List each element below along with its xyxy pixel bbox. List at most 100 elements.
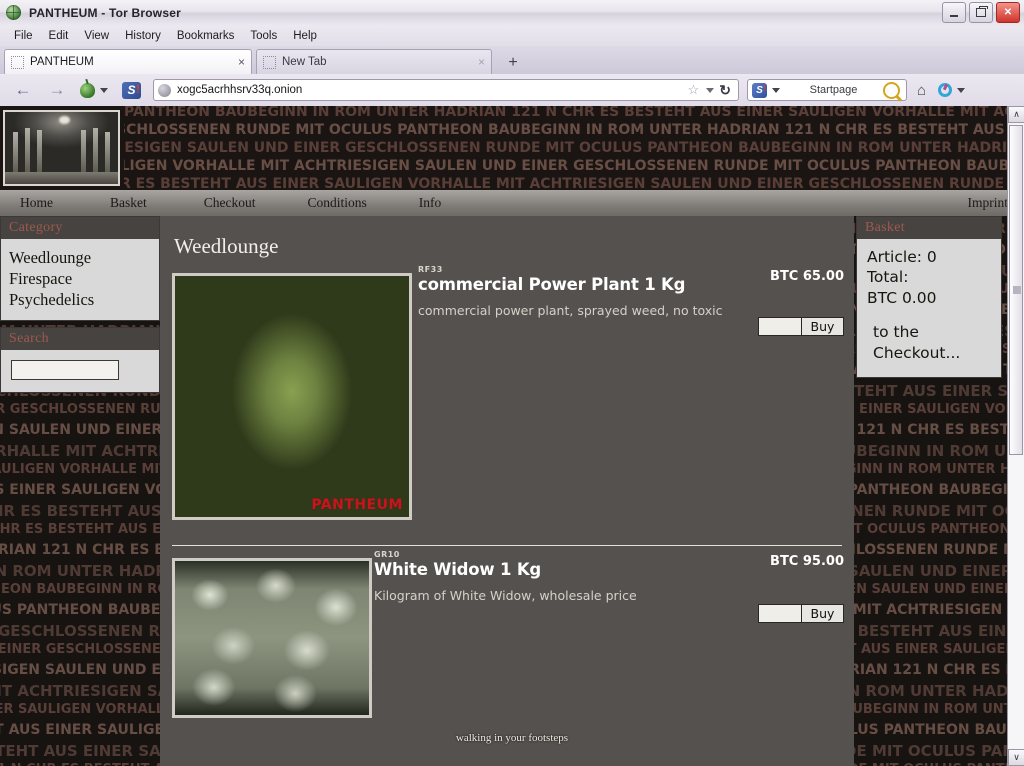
chevron-down-icon[interactable] — [706, 87, 715, 93]
navigation-toolbar: ← → S ! xogc5acrhhsrv33q.onion ☆ ↻ S! St… — [0, 74, 1024, 107]
url-text[interactable]: xogc5acrhhsrv33q.onion — [177, 84, 686, 96]
category-panel-title: Category — [1, 217, 159, 239]
buy-button[interactable]: Buy — [802, 604, 844, 623]
product-description: Kilogram of White Widow, wholesale price — [374, 588, 637, 603]
scrollbar-thumb[interactable] — [1009, 125, 1023, 455]
product-item: PANTHEUM RF33 commercial Power Plant 1 K… — [160, 259, 854, 531]
menu-history[interactable]: History — [117, 28, 169, 44]
tab-favicon-icon — [263, 55, 276, 69]
nav-checkout[interactable]: Checkout — [202, 195, 258, 211]
startpage-icon[interactable]: S! — [752, 82, 767, 98]
tab-label: PANTHEUM — [30, 56, 94, 68]
search-panel-title: Search — [1, 328, 159, 351]
tab-favicon-icon — [11, 55, 24, 69]
back-icon[interactable]: ← — [12, 80, 34, 100]
nav-basket[interactable]: Basket — [108, 195, 149, 211]
product-info: RF33 commercial Power Plant 1 Kg commerc… — [418, 265, 844, 336]
tab-label: New Tab — [282, 56, 327, 68]
search-icon[interactable] — [883, 81, 900, 99]
product-price: BTC 65.00 — [770, 269, 844, 284]
quantity-input[interactable] — [758, 604, 802, 623]
buy-button[interactable]: Buy — [802, 317, 844, 336]
menu-bookmarks[interactable]: Bookmarks — [169, 28, 243, 44]
quantity-input[interactable] — [758, 317, 802, 336]
scroll-down-button[interactable]: ∨ — [1008, 749, 1024, 766]
right-sidebar: Basket Article: 0 Total: BTC 0.00 to the… — [856, 216, 1006, 379]
basket-checkout-link[interactable]: to the — [867, 323, 919, 341]
noscript-bang: ! — [136, 81, 140, 96]
basket-article-count: Article: 0 — [867, 248, 937, 266]
product-info: GR10 White Widow 1 Kg Kilogram of White … — [374, 550, 844, 623]
tab-new-tab[interactable]: New Tab × — [256, 49, 492, 74]
window-title: PANTHEUM - Tor Browser — [29, 6, 181, 20]
product-price: BTC 95.00 — [770, 554, 844, 569]
noscript-letter: S — [127, 83, 136, 97]
banner-text-texture: PANTHEON BAUBEGINN IN ROM UNTER HADRIAN … — [124, 106, 1024, 190]
page-scrollbar[interactable]: ∧ ∨ — [1007, 106, 1024, 766]
nav-conditions[interactable]: Conditions — [306, 195, 369, 211]
url-bar[interactable]: xogc5acrhhsrv33q.onion ☆ ↻ — [153, 79, 739, 101]
site-banner: PANTHEON BAUBEGINN IN ROM UNTER HADRIAN … — [0, 106, 1024, 190]
scroll-up-button[interactable]: ∧ — [1008, 106, 1024, 123]
search-engine-label: Startpage — [809, 84, 858, 96]
product-image[interactable] — [172, 558, 372, 718]
scrollbar-track[interactable] — [1008, 123, 1024, 749]
minimize-button[interactable] — [942, 2, 966, 23]
tab-bar: PANTHEUM × New Tab × + — [0, 46, 1024, 75]
menu-tools[interactable]: Tools — [242, 28, 285, 44]
chevron-down-icon[interactable] — [772, 87, 780, 93]
menu-bar: File Edit View History Bookmarks Tools H… — [0, 26, 1024, 46]
basket-panel: Basket Article: 0 Total: BTC 0.00 to the… — [856, 216, 1002, 379]
tab-close-icon[interactable]: × — [234, 55, 245, 69]
search-input[interactable] — [11, 360, 119, 381]
basket-checkout-link-2[interactable]: Checkout... — [867, 344, 960, 362]
page-viewport: PANTHEON BAUBEGINN IN ROM UNTER HADRIAN … — [0, 106, 1024, 766]
window-controls: ✕ — [942, 2, 1020, 23]
product-buy-row: Buy — [758, 604, 844, 623]
new-tab-button[interactable]: + — [500, 51, 526, 74]
search-bar[interactable]: S! Startpage — [747, 79, 907, 101]
sidebar-item-weedlounge[interactable]: Weedlounge — [9, 247, 151, 268]
tab-close-icon[interactable]: × — [474, 55, 485, 69]
forward-icon[interactable]: → — [46, 80, 68, 100]
basket-total-label: Total: — [867, 268, 909, 287]
noscript-icon[interactable]: S ! — [122, 81, 141, 99]
page-title: Weedlounge — [174, 234, 279, 258]
product-image[interactable]: PANTHEUM — [172, 273, 412, 520]
restore-button[interactable] — [969, 2, 993, 23]
tab-pantheum[interactable]: PANTHEUM × — [4, 49, 252, 74]
search-panel: Search — [0, 327, 160, 394]
chevron-down-icon — [957, 87, 966, 93]
product-description: commercial power plant, sprayed weed, no… — [418, 303, 723, 318]
reload-icon[interactable]: ↻ — [719, 82, 731, 99]
page-columns: Category Weedlounge Firespace Psychedeli… — [0, 216, 1024, 766]
basket-panel-title: Basket — [857, 217, 1001, 239]
nav-info[interactable]: Info — [417, 195, 444, 211]
bookmark-star-icon[interactable]: ☆ — [688, 82, 700, 98]
site-identity-icon — [158, 83, 171, 97]
nav-imprint[interactable]: Imprint — [966, 195, 1011, 211]
site-footer: walking in your footsteps — [455, 732, 569, 744]
chevron-down-icon — [100, 87, 108, 93]
close-button[interactable]: ✕ — [996, 2, 1020, 23]
menu-file[interactable]: File — [6, 28, 41, 44]
sidebar-item-psychedelics[interactable]: Psychedelics — [9, 289, 151, 310]
left-sidebar: Category Weedlounge Firespace Psychedeli… — [0, 216, 160, 399]
main-content: Weedlounge PANTHEUM RF33 commercial Powe… — [160, 216, 854, 766]
pantheon-engraving-image — [3, 110, 120, 186]
sidebar-item-firespace[interactable]: Firespace — [9, 268, 151, 289]
product-buy-row: Buy — [758, 317, 844, 336]
settings-button[interactable] — [938, 83, 966, 97]
image-watermark: PANTHEUM — [311, 497, 403, 513]
menu-edit[interactable]: Edit — [41, 28, 77, 44]
home-icon[interactable]: ⌂ — [917, 82, 926, 99]
basket-total-amount: BTC 0.00 — [867, 288, 937, 307]
menu-view[interactable]: View — [76, 28, 117, 44]
scrollbar-grip — [1013, 286, 1021, 294]
browser-window: PANTHEUM - Tor Browser ✕ File Edit View … — [0, 0, 1024, 766]
torbutton-onion-icon[interactable] — [80, 82, 108, 98]
nav-home[interactable]: Home — [18, 195, 55, 211]
menu-help[interactable]: Help — [285, 28, 325, 44]
gear-icon — [938, 83, 953, 97]
site-navigation: Home Basket Checkout Conditions Info Imp… — [0, 190, 1024, 216]
